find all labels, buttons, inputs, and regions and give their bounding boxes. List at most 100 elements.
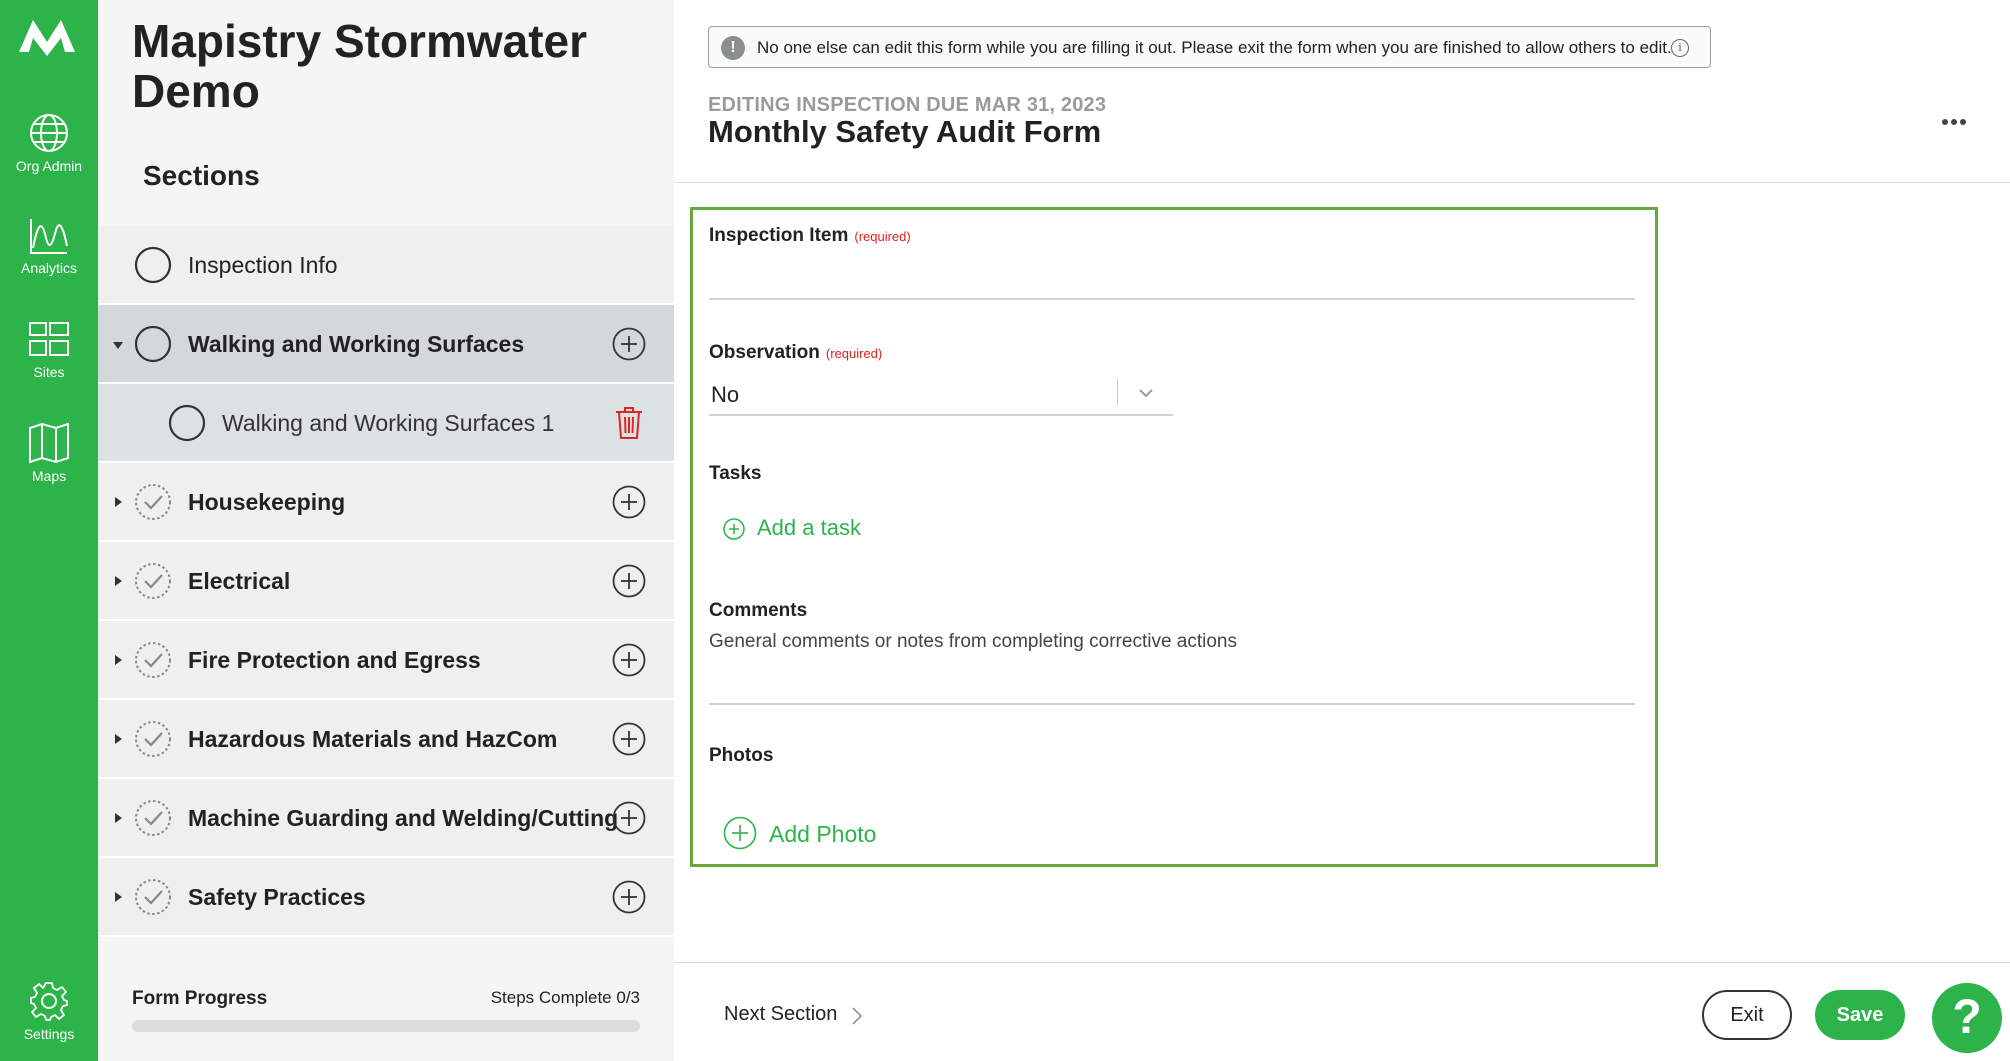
section-item-hazardous-materials[interactable]: Hazardous Materials and HazCom — [98, 700, 674, 779]
section-label: Inspection Info — [188, 252, 338, 278]
info-icon[interactable]: i — [1671, 39, 1689, 57]
notice-text: No one else can edit this form while you… — [757, 38, 1672, 57]
section-item-fire-protection[interactable]: Fire Protection and Egress — [98, 621, 674, 700]
form-title: Monthly Safety Audit Form — [708, 114, 1102, 149]
grid-icon — [29, 322, 69, 356]
dashed-check-icon — [135, 721, 171, 757]
section-item-safety-practices[interactable]: Safety Practices — [98, 858, 674, 937]
header-divider — [674, 182, 2010, 183]
observation-label-text: Observation — [709, 342, 820, 363]
help-button[interactable]: ? — [1932, 983, 2002, 1053]
rail-label: Settings — [23, 1026, 75, 1042]
dashed-check-icon — [135, 800, 171, 836]
dashed-check-icon — [135, 563, 171, 599]
section-item-machine-guarding[interactable]: Machine Guarding and Welding/Cutting — [98, 779, 674, 858]
tasks-label: Tasks — [709, 463, 762, 484]
section-label: Walking and Working Surfaces — [188, 331, 525, 357]
more-options-icon[interactable] — [1942, 112, 1982, 132]
empty-circle-icon — [168, 404, 206, 442]
dashed-check-icon — [135, 879, 171, 915]
add-circle-icon[interactable] — [612, 643, 646, 677]
form-progress: Form Progress Steps Complete 0/3 — [98, 962, 674, 1061]
trash-icon[interactable] — [614, 406, 644, 440]
caret-down-icon[interactable] — [113, 342, 123, 349]
add-circle-icon — [723, 816, 757, 850]
warning-icon: ! — [721, 36, 745, 60]
exit-button[interactable]: Exit — [1702, 990, 1792, 1040]
add-circle-icon[interactable] — [612, 722, 646, 756]
inspection-item-label-text: Inspection Item — [709, 225, 849, 246]
section-item-housekeeping[interactable]: Housekeeping — [98, 463, 674, 542]
section-item-walking-working-surfaces-1[interactable]: Walking and Working Surfaces 1 — [98, 384, 674, 463]
chevron-down-icon[interactable] — [1133, 380, 1159, 406]
caret-right-icon[interactable] — [115, 892, 122, 902]
caret-right-icon[interactable] — [115, 576, 122, 586]
dashed-check-icon — [135, 642, 171, 678]
rail-item-org-admin[interactable]: Org Admin — [0, 112, 98, 174]
empty-circle-icon — [134, 246, 172, 284]
observation-value: No — [711, 382, 740, 407]
section-label: Housekeeping — [188, 489, 346, 515]
save-button[interactable]: Save — [1815, 990, 1905, 1040]
add-circle-icon[interactable] — [612, 801, 646, 835]
add-circle-icon[interactable] — [612, 485, 646, 519]
observation-select[interactable]: No — [709, 374, 1173, 416]
section-item-electrical[interactable]: Electrical — [98, 542, 674, 621]
section-label: Walking and Working Surfaces 1 — [222, 410, 555, 436]
comments-underline — [709, 703, 1635, 705]
rail-item-maps[interactable]: Maps — [0, 422, 98, 484]
form-progress-label: Form Progress — [132, 988, 268, 1009]
rail-label: Org Admin — [15, 158, 83, 174]
sections-heading: Sections — [143, 160, 260, 191]
section-label: Hazardous Materials and HazCom — [188, 726, 558, 752]
inspection-item-label: Inspection Item (required) — [709, 225, 911, 247]
comments-input[interactable]: General comments or notes from completin… — [709, 631, 1237, 653]
rail-label: Sites — [33, 364, 65, 380]
add-photo-label: Add Photo — [769, 821, 877, 847]
rail-label: Maps — [31, 468, 67, 484]
edit-lock-notice: ! No one else can edit this form while y… — [708, 26, 1711, 68]
select-separator — [1117, 378, 1118, 406]
rail-label: Analytics — [20, 260, 78, 276]
caret-right-icon[interactable] — [115, 813, 122, 823]
add-circle-icon[interactable] — [612, 327, 646, 361]
rail-item-analytics[interactable]: Analytics — [0, 216, 98, 276]
dashed-check-icon — [135, 484, 171, 520]
section-label: Fire Protection and Egress — [188, 647, 481, 673]
sections-panel: Mapistry Stormwater Demo Sections Inspec… — [98, 0, 674, 1061]
app-rail: Org Admin Analytics Sites Maps Settings — [0, 0, 98, 1061]
inspection-item-input[interactable] — [709, 260, 1635, 300]
add-task-label: Add a task — [757, 515, 861, 540]
add-circle-icon[interactable] — [612, 564, 646, 598]
empty-circle-icon — [134, 325, 172, 363]
steps-complete-text: Steps Complete 0/3 — [490, 988, 640, 1007]
form-card: Inspection Item (required) Observation (re… — [690, 207, 1658, 867]
add-circle-icon[interactable] — [612, 880, 646, 914]
caret-right-icon[interactable] — [115, 655, 122, 665]
next-section-button[interactable]: Next Section — [724, 1003, 837, 1026]
comments-label: Comments — [709, 600, 808, 621]
required-marker: (required) — [825, 346, 883, 361]
section-list: Inspection Info Walking and Working Surf… — [98, 226, 674, 937]
section-item-walking-working-surfaces[interactable]: Walking and Working Surfaces — [98, 305, 674, 384]
org-title: Mapistry Stormwater Demo — [132, 15, 588, 117]
form-main: ! No one else can edit this form while y… — [674, 0, 2010, 1061]
globe-icon — [30, 114, 68, 152]
caret-right-icon[interactable] — [115, 734, 122, 744]
photos-label: Photos — [709, 745, 774, 766]
chevron-right-icon[interactable] — [850, 1005, 864, 1027]
section-label: Machine Guarding and Welding/Cutting — [188, 805, 619, 831]
footer-divider — [674, 962, 2010, 963]
progress-bar — [132, 1020, 640, 1032]
rail-item-sites[interactable]: Sites — [0, 320, 98, 380]
gear-icon — [30, 982, 68, 1021]
section-item-inspection-info[interactable]: Inspection Info — [98, 226, 674, 305]
section-label: Safety Practices — [188, 884, 366, 910]
caret-right-icon[interactable] — [115, 497, 122, 507]
map-icon — [29, 422, 69, 464]
rail-item-settings[interactable]: Settings — [0, 980, 98, 1042]
mapistry-logo-icon[interactable] — [17, 12, 77, 56]
required-marker: (required) — [854, 229, 911, 244]
add-circle-icon — [723, 518, 745, 540]
section-label: Electrical — [188, 568, 291, 594]
